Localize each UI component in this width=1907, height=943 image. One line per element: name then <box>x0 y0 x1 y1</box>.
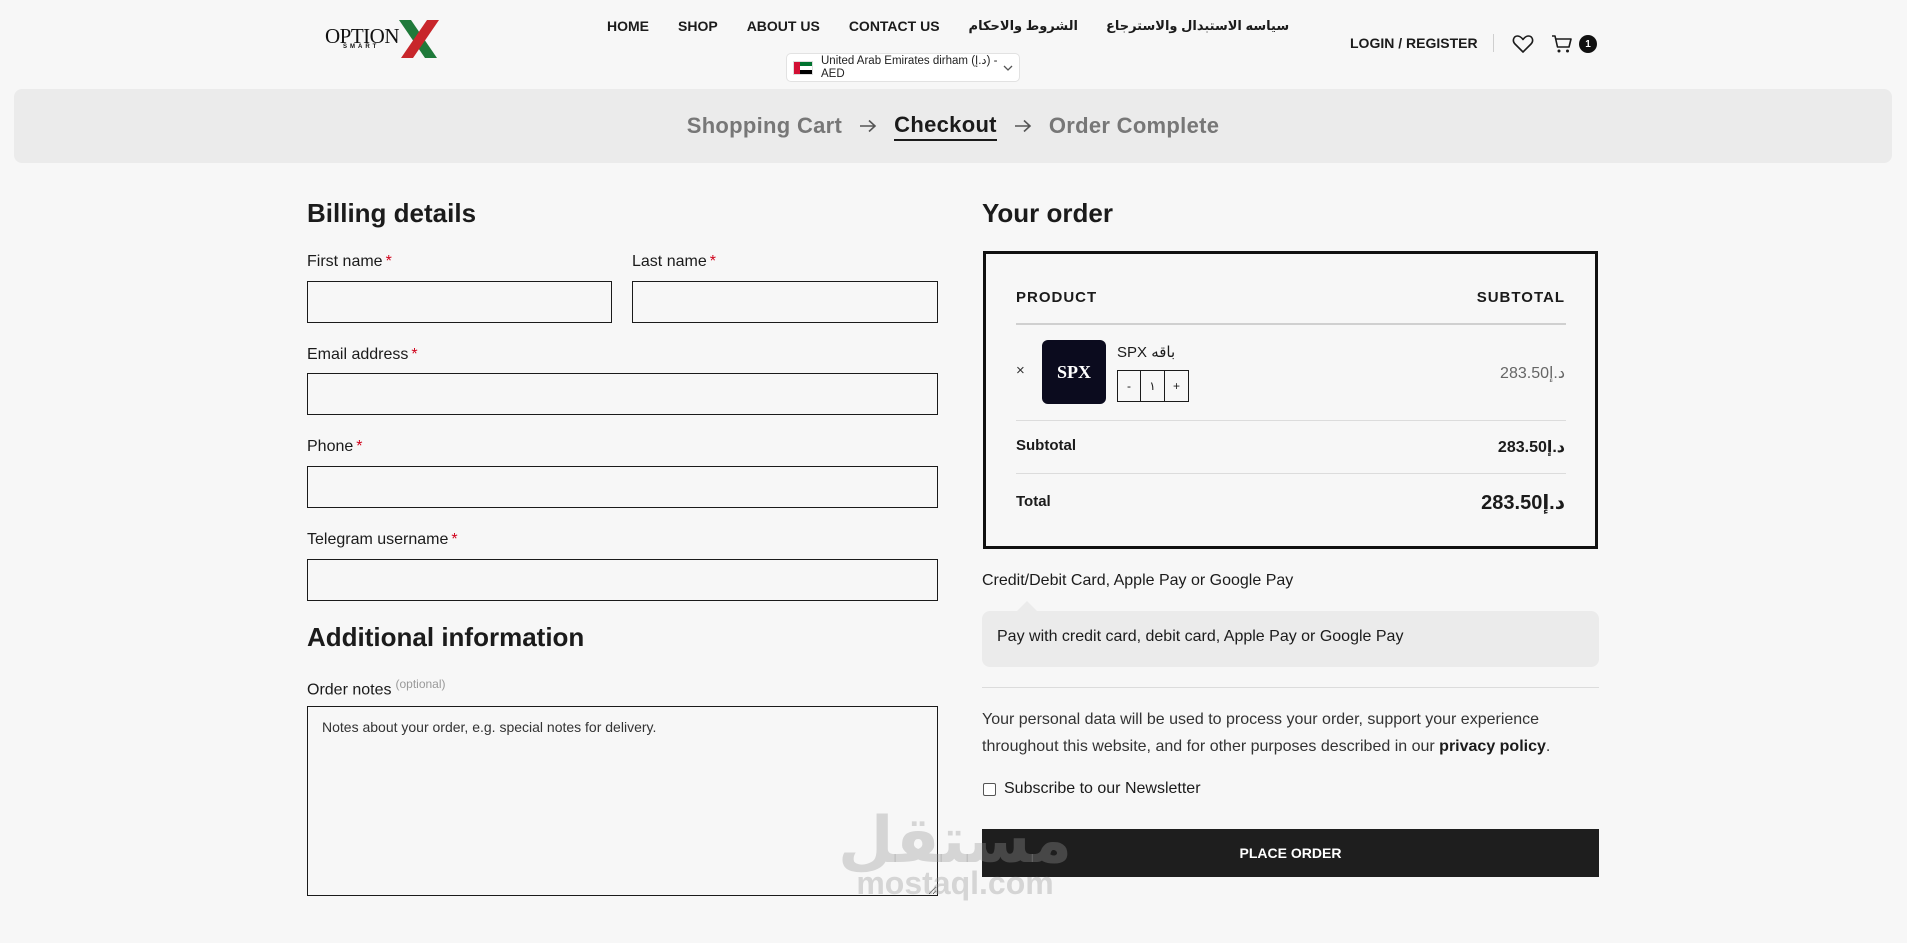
newsletter-label: Subscribe to our Newsletter <box>1004 780 1201 797</box>
additional-info-title: Additional information <box>307 622 585 652</box>
last-name-field[interactable] <box>632 281 938 323</box>
email-field[interactable] <box>307 373 938 415</box>
step-order-complete: Order Complete <box>1048 113 1220 138</box>
payment-description: Pay with credit card, debit card, Apple … <box>982 611 1599 667</box>
place-order-button[interactable]: PLACE ORDER <box>982 829 1599 877</box>
nav-terms[interactable]: الشروط والاحكام <box>969 18 1078 34</box>
first-name-label: First name * <box>307 253 392 270</box>
header-divider <box>1016 323 1566 325</box>
nav-home[interactable]: HOME <box>607 18 649 34</box>
currency-switcher[interactable]: United Arab Emirates dirham (د.إ) - AED <box>786 53 1020 82</box>
nav-return-policy[interactable]: سياسه الاستبدال والاسترجاع <box>1106 18 1289 34</box>
login-register-link[interactable]: LOGIN / REGISTER <box>1350 35 1478 51</box>
quantity-stepper: - ١ + <box>1117 370 1189 402</box>
quantity-decrease-button[interactable]: - <box>1117 370 1141 402</box>
newsletter-option[interactable]: Subscribe to our Newsletter <box>983 780 1201 798</box>
main-nav: HOME SHOP ABOUT US CONTACT US الشروط وال… <box>607 16 1317 36</box>
quantity-increase-button[interactable]: + <box>1165 370 1189 402</box>
first-name-field[interactable] <box>307 281 612 323</box>
remove-item-button[interactable]: × <box>1016 362 1025 379</box>
last-name-label: Last name * <box>632 253 716 270</box>
row-divider <box>1016 473 1566 474</box>
phone-label: Phone * <box>307 438 363 455</box>
privacy-notice: Your personal data will be used to proce… <box>982 711 1551 755</box>
email-label: Email address * <box>307 346 418 363</box>
checkout-steps: Shopping Cart Checkout Order Complete <box>14 89 1892 163</box>
arrow-right-icon <box>1014 119 1031 133</box>
currency-label: United Arab Emirates dirham (د.إ) - AED <box>821 54 998 80</box>
logo-subtext: SMART <box>343 44 380 50</box>
telegram-label: Telegram username * <box>307 531 458 548</box>
arrow-right-icon <box>860 119 877 133</box>
product-column-header: PRODUCT <box>1016 289 1098 306</box>
telegram-username-field[interactable] <box>307 559 938 601</box>
payment-divider <box>982 687 1599 688</box>
payment-method-title[interactable]: Credit/Debit Card, Apple Pay or Google P… <box>982 572 1293 590</box>
site-header: OPTION SMART HOME SHOP ABOUT US CONTACT … <box>0 0 1907 88</box>
site-logo[interactable]: OPTION SMART <box>325 18 441 60</box>
chevron-down-icon <box>1003 65 1013 71</box>
phone-field[interactable] <box>307 466 938 508</box>
order-notes-label: Order notes (optional) <box>307 677 446 699</box>
uae-flag-icon <box>793 60 813 75</box>
product-price: 283.50د.إ <box>1500 365 1565 382</box>
total-value: 283.50د.إ <box>1481 492 1565 514</box>
step-shopping-cart[interactable]: Shopping Cart <box>687 113 842 139</box>
step-checkout[interactable]: Checkout <box>894 112 997 141</box>
subtotal-value: 283.50د.إ <box>1497 439 1565 456</box>
billing-title: Billing details <box>307 198 477 228</box>
product-name: SPX باقه <box>1117 344 1176 361</box>
order-summary: PRODUCT SUBTOTAL × SPX SPX باقه - ١ + 28… <box>983 251 1598 549</box>
your-order-title: Your order <box>982 198 1113 228</box>
nav-contact-us[interactable]: CONTACT US <box>849 18 940 34</box>
nav-shop[interactable]: SHOP <box>678 18 718 34</box>
quantity-input[interactable]: ١ <box>1141 370 1165 402</box>
logo-x-mark <box>399 20 439 58</box>
cart-icon[interactable] <box>1551 34 1573 54</box>
header-divider <box>1493 34 1494 52</box>
cart-count-badge: 1 <box>1579 35 1597 53</box>
subtotal-label: Subtotal <box>1016 437 1076 454</box>
privacy-policy-link[interactable]: privacy policy <box>1439 738 1546 755</box>
subtotal-column-header: SUBTOTAL <box>1476 289 1565 306</box>
total-label: Total <box>1016 493 1051 510</box>
row-divider <box>1016 420 1566 421</box>
newsletter-checkbox[interactable] <box>983 782 996 796</box>
order-notes-field[interactable] <box>307 706 938 896</box>
product-thumbnail: SPX <box>1042 340 1106 404</box>
nav-about-us[interactable]: ABOUT US <box>747 18 820 34</box>
heart-icon[interactable] <box>1512 34 1534 54</box>
product-thumbnail-text: SPX <box>1056 361 1091 382</box>
